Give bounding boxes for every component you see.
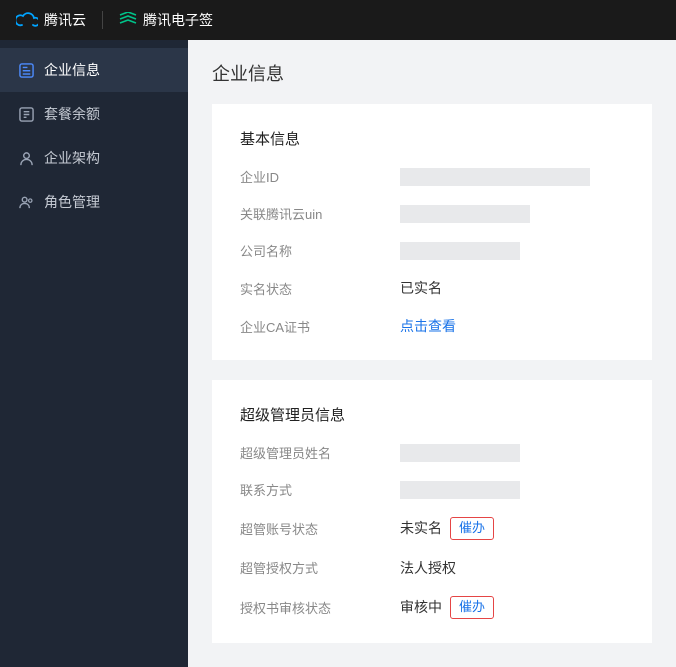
admin-name-label: 超级管理员姓名: [240, 443, 400, 462]
basic-info-card: 基本信息 企业ID 关联腾讯云uin 公司名称 实名状态 已实名: [212, 104, 652, 360]
info-icon: [18, 63, 34, 78]
sidebar-item-company-info[interactable]: 企业信息: [0, 48, 188, 92]
sidebar-item-label: 企业架构: [44, 148, 100, 168]
company-name-value: [400, 242, 520, 260]
urge-button-2[interactable]: 催办: [450, 596, 494, 619]
urge-button-1[interactable]: 催办: [450, 517, 494, 540]
verify-value: 已实名: [400, 278, 442, 298]
contact-label: 联系方式: [240, 480, 400, 499]
page-title: 企业信息: [188, 40, 676, 104]
auth-method-label: 超管授权方式: [240, 558, 400, 577]
brand-esign[interactable]: 腾讯电子签: [119, 10, 213, 30]
sidebar-item-org[interactable]: 企业架构: [0, 136, 188, 180]
admin-section-title: 超级管理员信息: [240, 404, 624, 425]
contact-value: [400, 481, 520, 499]
main-content: 企业信息 基本信息 企业ID 关联腾讯云uin 公司名称 实名状态: [188, 40, 676, 667]
sidebar: 企业信息 套餐余额 企业架构 角色管理: [0, 40, 188, 667]
company-name-label: 公司名称: [240, 241, 400, 260]
uin-label: 关联腾讯云uin: [240, 204, 400, 223]
account-status-value: 未实名: [400, 518, 442, 538]
sidebar-item-roles[interactable]: 角色管理: [0, 180, 188, 224]
basic-section-title: 基本信息: [240, 128, 624, 149]
brand2-label: 腾讯电子签: [143, 10, 213, 30]
brand1-label: 腾讯云: [44, 10, 86, 30]
cloud-icon: [16, 12, 38, 28]
admin-name-value: [400, 444, 520, 462]
sidebar-item-label: 角色管理: [44, 192, 100, 212]
auth-status-value: 审核中: [400, 597, 442, 617]
admin-info-card: 超级管理员信息 超级管理员姓名 联系方式 超管账号状态 未实名 催办: [212, 380, 652, 643]
verify-label: 实名状态: [240, 279, 400, 298]
account-status-label: 超管账号状态: [240, 519, 400, 538]
company-id-value: [400, 168, 590, 186]
sidebar-item-package[interactable]: 套餐余额: [0, 92, 188, 136]
ca-label: 企业CA证书: [240, 317, 400, 336]
brand-tencent-cloud[interactable]: 腾讯云: [16, 10, 86, 30]
auth-method-value: 法人授权: [400, 558, 456, 578]
esign-icon: [119, 12, 137, 29]
org-icon: [18, 151, 34, 166]
sidebar-item-label: 企业信息: [44, 60, 100, 80]
auth-status-label: 授权书审核状态: [240, 598, 400, 617]
header-divider: [102, 11, 103, 29]
ca-view-link[interactable]: 点击查看: [400, 316, 456, 336]
roles-icon: [18, 195, 34, 210]
uin-value: [400, 205, 530, 223]
package-icon: [18, 107, 34, 122]
sidebar-item-label: 套餐余额: [44, 104, 100, 124]
company-id-label: 企业ID: [240, 167, 400, 186]
top-header: 腾讯云 腾讯电子签: [0, 0, 676, 40]
